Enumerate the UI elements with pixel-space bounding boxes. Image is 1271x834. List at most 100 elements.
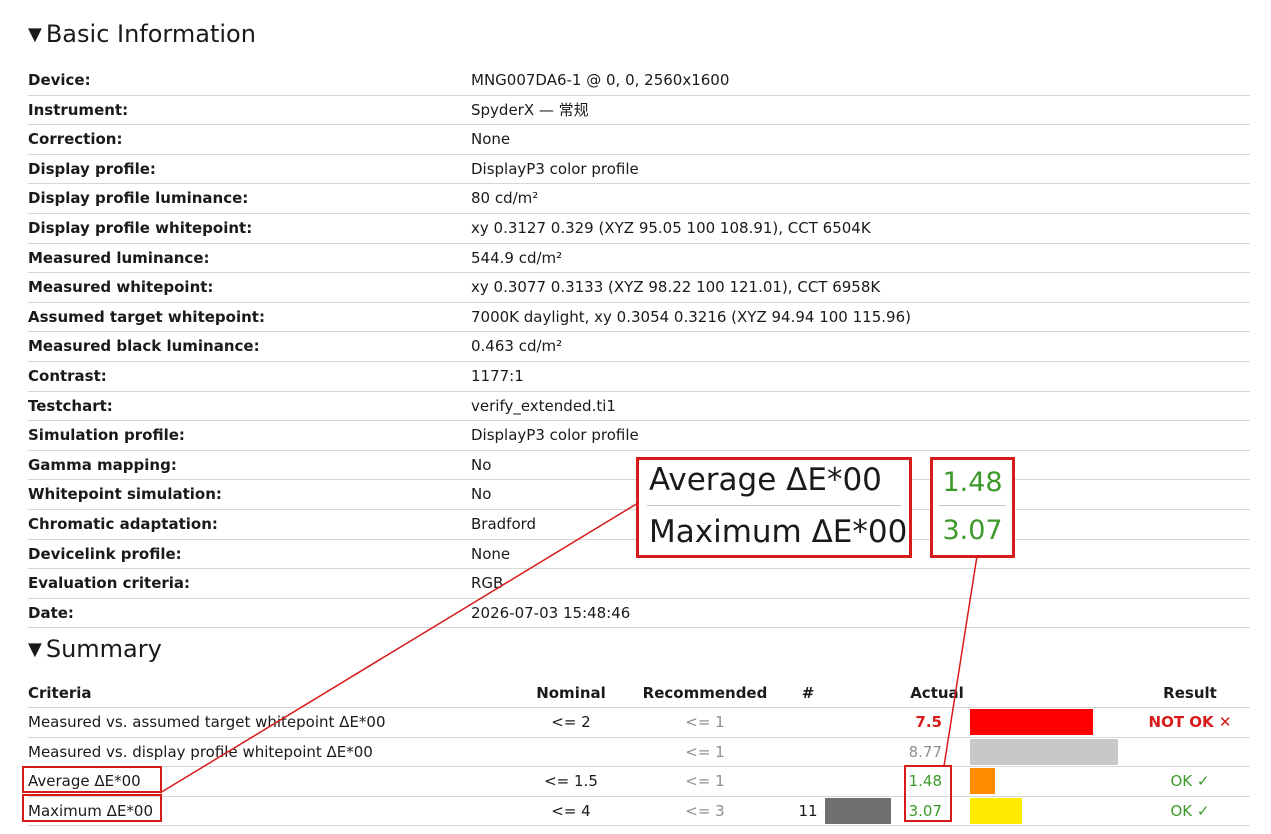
info-value: xy 0.3127 0.329 (XYZ 95.05 100 108.91), … (471, 218, 871, 237)
info-label: Gamma mapping: (28, 455, 177, 474)
result-cell: NOT OK ✕ (1148, 713, 1232, 731)
info-value: MNG007DA6-1 @ 0, 0, 2560x1600 (471, 71, 730, 89)
info-label: Measured black luminance: (28, 337, 260, 356)
criteria-cell: Measured vs. assumed target whitepoint Δ… (28, 713, 386, 731)
info-value: DisplayP3 color profile (471, 426, 639, 445)
summary-row: Maximum ΔE*00 <= 4 <= 3 11 3.07 OK ✓ (28, 797, 1250, 827)
actual-level-bar (970, 709, 1093, 735)
recommended-cell: <= 1 (685, 772, 725, 791)
info-value: 80 cd/m² (471, 189, 539, 208)
info-label: Correction: (28, 130, 123, 149)
info-label: Evaluation criteria: (28, 574, 191, 593)
info-value: verify_extended.ti1 (471, 396, 616, 415)
zoom-maximum-value: 3.07 (942, 515, 1003, 546)
summary-row: Average ΔE*00 <= 1.5 <= 1 1.48 OK ✓ (28, 767, 1250, 797)
info-row: Measured luminance: 544.9 cd/m² (28, 244, 1250, 274)
info-value: 2026-07-03 15:48:46 (471, 603, 631, 622)
info-value: 544.9 cd/m² (471, 248, 563, 267)
summary-row: Measured vs. display profile whitepoint … (28, 738, 1250, 768)
zoom-average-label: Average ΔE*00 (649, 462, 882, 498)
info-value: xy 0.3077 0.3133 (XYZ 98.22 100 121.01),… (471, 278, 881, 297)
nominal-cell: <= 2 (551, 713, 591, 731)
info-row: Evaluation criteria: RGB (28, 569, 1250, 599)
info-label: Instrument: (28, 100, 129, 119)
nominal-cell: <= 4 (551, 801, 591, 820)
count-bar (825, 797, 891, 824)
info-value: DisplayP3 color profile (471, 159, 639, 178)
info-value: RGB (471, 574, 504, 593)
info-row: Display profile whitepoint: xy 0.3127 0.3… (28, 214, 1250, 244)
result-cell: OK ✓ (1170, 772, 1210, 791)
summary-row: Measured vs. assumed target whitepoint Δ… (28, 708, 1250, 738)
info-label: Measured luminance: (28, 248, 210, 267)
actual-cell: 7.5 (915, 713, 942, 731)
zoom-maximum-label: Maximum ΔE*00 (649, 514, 908, 550)
info-row: Display profile luminance: 80 cd/m² (28, 184, 1250, 214)
highlight-actual-values (904, 765, 952, 822)
nominal-column-header: Nominal (536, 684, 606, 702)
info-label: Assumed target whitepoint: (28, 307, 265, 326)
zoom-callout-labels: Average ΔE*00 Maximum ΔE*00 (636, 457, 912, 558)
info-row: Display profile: DisplayP3 color profile (28, 155, 1250, 185)
info-label: Display profile: (28, 159, 156, 178)
info-label: Display profile luminance: (28, 189, 249, 208)
info-label: Device: (28, 71, 91, 89)
info-value: No (471, 485, 492, 504)
summary-table-header: Criteria Nominal Recommended # Actual Re… (28, 680, 1250, 708)
info-label: Chromatic adaptation: (28, 514, 218, 533)
criteria-column-header: Criteria (28, 684, 92, 702)
info-value: No (471, 455, 492, 474)
info-row: Simulation profile: DisplayP3 color profi… (28, 421, 1250, 451)
zoom-average-value: 1.48 (942, 467, 1003, 498)
info-label: Date: (28, 603, 74, 622)
info-value: 0.463 cd/m² (471, 337, 563, 356)
info-row: Date: 2026-07-03 15:48:46 (28, 599, 1250, 629)
info-label: Contrast: (28, 366, 107, 385)
actual-column-header: Actual (910, 684, 964, 702)
info-label: Whitepoint simulation: (28, 485, 222, 504)
collapse-triangle-icon[interactable]: ▼ (28, 24, 42, 45)
info-row: Correction: None (28, 125, 1250, 155)
nominal-cell: <= 1.5 (544, 772, 598, 791)
summary-title: Summary (45, 635, 162, 663)
info-value: SpyderX — 常规 (471, 100, 589, 119)
collapse-triangle-icon[interactable]: ▼ (28, 639, 42, 660)
info-value: Bradford (471, 514, 537, 533)
highlight-average-label (22, 766, 162, 793)
info-value: 1177:1 (471, 366, 524, 385)
info-label: Measured whitepoint: (28, 278, 214, 297)
criteria-cell: Measured vs. display profile whitepoint … (28, 742, 373, 761)
info-row: Device: MNG007DA6-1 @ 0, 0, 2560x1600 (28, 66, 1250, 96)
info-value: 7000K daylight, xy 0.3054 0.3216 (XYZ 94… (471, 307, 911, 326)
highlight-maximum-label (22, 794, 162, 822)
recommended-cell: <= 1 (685, 713, 725, 731)
basic-information-heading[interactable]: ▼ Basic Information (28, 20, 256, 48)
info-row: Instrument: SpyderX — 常规 (28, 96, 1250, 126)
zoom-divider (647, 505, 901, 506)
recommended-column-header: Recommended (642, 684, 768, 702)
info-row: Measured black luminance: 0.463 cd/m² (28, 332, 1250, 362)
info-row: Assumed target whitepoint: 7000K daylight… (28, 303, 1250, 333)
actual-cell: 8.77 (908, 742, 942, 761)
info-label: Testchart: (28, 396, 113, 415)
info-row: Testchart: verify_extended.ti1 (28, 392, 1250, 422)
count-column-header: # (801, 684, 815, 702)
summary-table: Criteria Nominal Recommended # Actual Re… (28, 680, 1250, 827)
actual-level-bar (970, 738, 1118, 765)
recommended-cell: <= 1 (685, 742, 725, 761)
zoom-divider (939, 505, 1006, 506)
summary-heading[interactable]: ▼ Summary (28, 635, 162, 663)
recommended-cell: <= 3 (685, 801, 725, 820)
actual-level-bar (970, 797, 1022, 824)
actual-level-bar (970, 768, 995, 795)
info-label: Devicelink profile: (28, 544, 182, 563)
info-label: Simulation profile: (28, 426, 185, 445)
count-cell: 11 (798, 801, 818, 820)
result-column-header: Result (1163, 684, 1217, 702)
info-row: Measured whitepoint: xy 0.3077 0.3133 (XY… (28, 273, 1250, 303)
result-cell: OK ✓ (1170, 801, 1210, 820)
zoom-callout-values: 1.48 3.07 (930, 457, 1015, 558)
info-label: Display profile whitepoint: (28, 218, 253, 237)
info-value: None (471, 130, 511, 149)
basic-information-title: Basic Information (45, 20, 256, 48)
